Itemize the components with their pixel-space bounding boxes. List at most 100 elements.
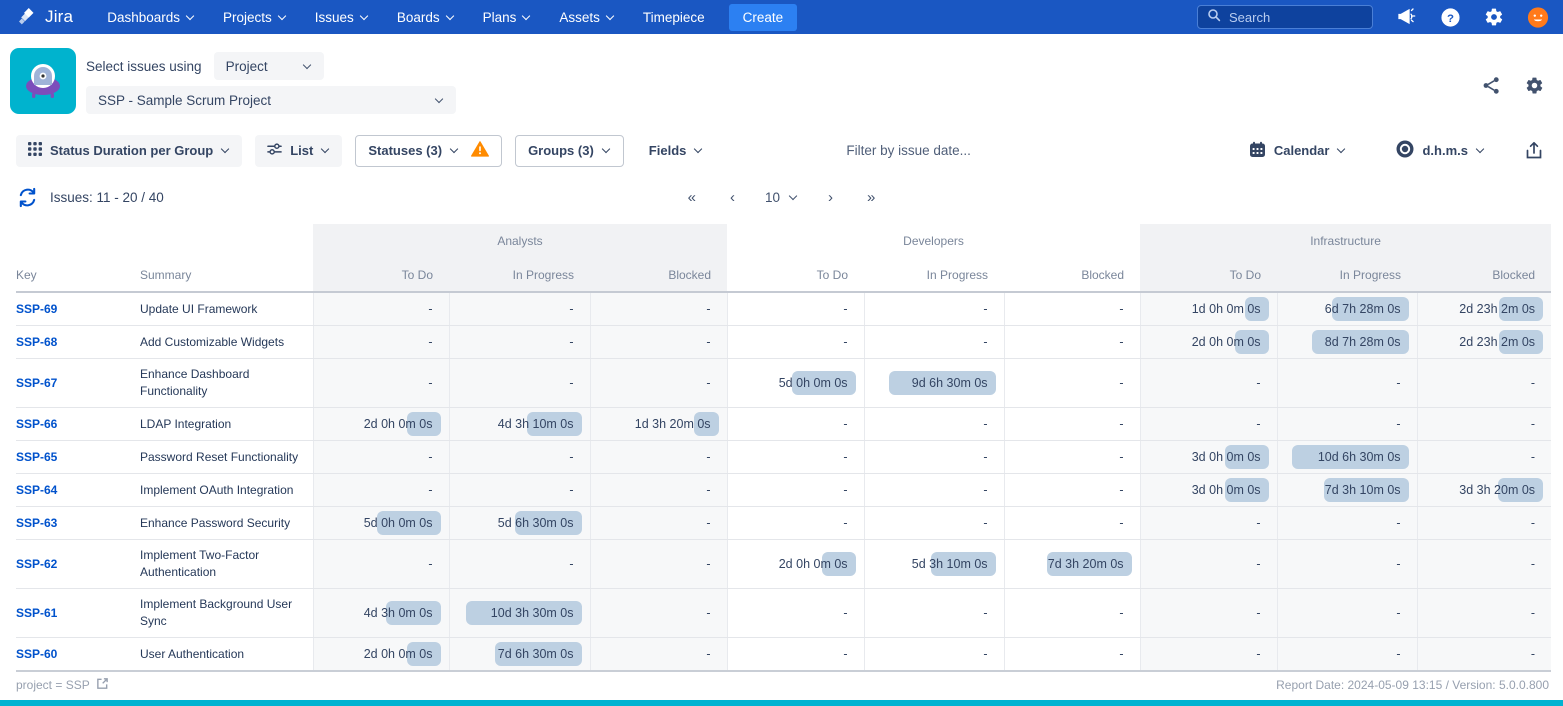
nav-item-label: Boards	[397, 10, 440, 25]
status-column-header: In Progress	[449, 258, 590, 292]
fields-button[interactable]: Fields	[637, 135, 716, 167]
nav-item-dashboards[interactable]: Dashboards	[107, 10, 195, 25]
svg-text:?: ?	[1447, 12, 1454, 24]
table-row: SSP-66LDAP Integration2d 0h 0m 0s4d 3h 1…	[16, 408, 1551, 441]
empty-duration-cell: -	[1140, 408, 1277, 441]
issue-key-link[interactable]: SSP-67	[16, 376, 57, 390]
nav-item-projects[interactable]: Projects	[223, 10, 287, 25]
issue-key-link[interactable]: SSP-65	[16, 450, 57, 464]
issue-summary-cell: Password Reset Functionality	[140, 441, 313, 474]
empty-duration-cell: -	[449, 326, 590, 359]
page-size-select[interactable]: 10	[765, 190, 798, 205]
next-page-button[interactable]: ›	[824, 187, 837, 208]
issue-key-cell: SSP-69	[16, 292, 140, 326]
statuses-filter-button[interactable]: Statuses (3)	[355, 135, 502, 167]
issue-key-link[interactable]: SSP-68	[16, 335, 57, 349]
duration-cell: 5d 0h 0m 0s	[727, 359, 864, 408]
top-navbar: Jira Dashboards Projects Issues Boards Plans…	[0, 0, 1563, 34]
issue-summary-cell: User Authentication	[140, 638, 313, 672]
chevron-down-icon	[221, 144, 230, 153]
chevron-down-icon	[1337, 144, 1346, 153]
empty-duration-cell: -	[1004, 507, 1140, 540]
report-type-button[interactable]: Status Duration per Group	[16, 135, 242, 167]
page-size-value: 10	[765, 190, 780, 205]
issue-key-link[interactable]: SSP-66	[16, 417, 57, 431]
status-column-header: In Progress	[1277, 258, 1417, 292]
issue-key-link[interactable]: SSP-60	[16, 647, 57, 661]
duration-cell: 1d 0h 0m 0s	[1140, 292, 1277, 326]
issue-key-link[interactable]: SSP-61	[16, 606, 57, 620]
empty-duration-cell: -	[864, 408, 1004, 441]
duration-cell: 7d 3h 20m 0s	[1004, 540, 1140, 589]
report-settings-gear-icon[interactable]	[1523, 74, 1545, 96]
export-icon[interactable]	[1523, 140, 1545, 162]
nav-item-label: Dashboards	[107, 10, 180, 25]
empty-duration-cell: -	[1140, 589, 1277, 638]
issue-source-select[interactable]: Project	[214, 52, 324, 80]
empty-duration-cell: -	[313, 474, 449, 507]
calendar-button[interactable]: Calendar	[1237, 135, 1359, 167]
jql-link[interactable]: project = SSP	[16, 677, 109, 693]
issue-source-value: Project	[226, 59, 268, 74]
nav-item-boards[interactable]: Boards	[397, 10, 455, 25]
brand-name: Jira	[45, 7, 73, 27]
groups-filter-button[interactable]: Groups (3)	[515, 135, 624, 167]
chevron-down-icon	[450, 144, 459, 153]
table-row: SSP-68Add Customizable Widgets------2d 0…	[16, 326, 1551, 359]
search-input[interactable]	[1229, 10, 1349, 25]
report-header: Select issues using Project SSP - Sample…	[0, 34, 1563, 125]
issue-date-filter-input[interactable]	[846, 143, 1016, 158]
last-page-button[interactable]: »	[863, 187, 879, 208]
status-column-header: Blocked	[1417, 258, 1551, 292]
table-row: SSP-69Update UI Framework------1d 0h 0m …	[16, 292, 1551, 326]
empty-duration-cell: -	[1004, 408, 1140, 441]
table-row: SSP-67Enhance Dashboard Functionality---…	[16, 359, 1551, 408]
view-mode-button[interactable]: List	[255, 135, 342, 167]
nav-item-assets[interactable]: Assets	[559, 10, 615, 25]
status-column-header: Blocked	[590, 258, 727, 292]
share-icon[interactable]	[1480, 74, 1502, 96]
empty-duration-cell: -	[590, 359, 727, 408]
status-column-header: In Progress	[864, 258, 1004, 292]
issue-key-cell: SSP-63	[16, 507, 140, 540]
duration-cell: 9d 6h 30m 0s	[864, 359, 1004, 408]
empty-duration-cell: -	[1417, 638, 1551, 672]
duration-cell: 5d 3h 10m 0s	[864, 540, 1004, 589]
global-search[interactable]	[1197, 5, 1373, 29]
project-select[interactable]: SSP - Sample Scrum Project	[86, 86, 456, 114]
empty-duration-cell: -	[590, 589, 727, 638]
first-page-button[interactable]: «	[684, 187, 700, 208]
nav-item-issues[interactable]: Issues	[315, 10, 369, 25]
settings-gear-icon[interactable]	[1483, 6, 1505, 28]
status-column-header: To Do	[727, 258, 864, 292]
empty-duration-cell: -	[1004, 638, 1140, 672]
duration-format-button[interactable]: d.h.m.s	[1384, 135, 1497, 167]
issue-key-link[interactable]: SSP-63	[16, 516, 57, 530]
project-select-value: SSP - Sample Scrum Project	[98, 93, 271, 108]
issue-summary-cell: Implement OAuth Integration	[140, 474, 313, 507]
empty-duration-cell: -	[590, 638, 727, 672]
table-row: SSP-64Implement OAuth Integration------3…	[16, 474, 1551, 507]
empty-duration-cell: -	[1417, 408, 1551, 441]
duration-cell: 2d 0h 0m 0s	[1140, 326, 1277, 359]
nav-item-plans[interactable]: Plans	[483, 10, 532, 25]
empty-duration-cell: -	[864, 292, 1004, 326]
empty-duration-cell: -	[727, 638, 864, 672]
empty-duration-cell: -	[590, 507, 727, 540]
help-icon[interactable]: ?	[1439, 6, 1461, 28]
empty-duration-cell: -	[313, 326, 449, 359]
empty-duration-cell: -	[1004, 589, 1140, 638]
issue-key-link[interactable]: SSP-69	[16, 302, 57, 316]
jira-brand[interactable]: Jira	[16, 6, 73, 28]
empty-duration-cell: -	[1277, 638, 1417, 672]
issue-key-link[interactable]: SSP-62	[16, 557, 57, 571]
create-button[interactable]: Create	[729, 4, 798, 31]
issue-key-cell: SSP-61	[16, 589, 140, 638]
user-avatar[interactable]	[1527, 6, 1549, 28]
issue-key-link[interactable]: SSP-64	[16, 483, 57, 497]
prev-page-button[interactable]: ‹	[726, 187, 739, 208]
nav-item-timepiece[interactable]: Timepiece	[643, 10, 705, 25]
chevron-down-icon	[186, 11, 195, 20]
announcements-icon[interactable]	[1395, 6, 1417, 28]
grid-icon	[28, 142, 42, 159]
